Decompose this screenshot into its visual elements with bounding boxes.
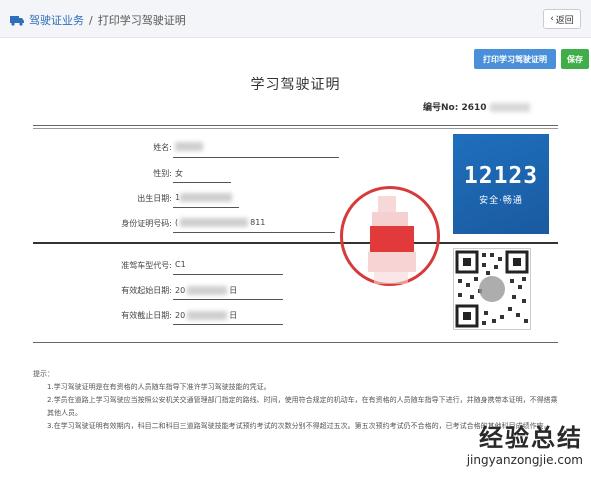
notes-heading: 提示： xyxy=(33,370,54,378)
id-number-value: (811 xyxy=(175,218,266,227)
underline xyxy=(173,232,335,233)
name-label: 姓名: xyxy=(153,143,172,152)
breadcrumb-separator: / xyxy=(89,13,93,27)
watermark-url: jingyanzongjie.com xyxy=(466,453,583,467)
gender-label: 性别: xyxy=(153,169,172,178)
divider xyxy=(33,342,558,343)
chevron-left-icon: ‹ xyxy=(550,14,554,24)
qr-code-icon xyxy=(455,250,529,328)
back-label: 返回 xyxy=(555,15,574,26)
watermark: 经验总结 jingyanzongjie.com xyxy=(467,418,583,467)
valid-from-label: 有效起始日期: xyxy=(121,286,172,295)
underline xyxy=(173,324,283,325)
redacted-value xyxy=(489,103,530,112)
vehicle-class-label: 准驾车型代号: xyxy=(121,261,172,270)
underline xyxy=(173,274,283,275)
document-title: 学习驾驶证明 xyxy=(250,77,341,93)
underline xyxy=(173,157,339,158)
watermark-cn: 经验总结 xyxy=(479,424,583,452)
underline xyxy=(173,207,239,208)
breadcrumb-current: 打印学习驾驶证明 xyxy=(97,14,186,27)
app-12123-logo: 12123 安全·畅通 xyxy=(453,134,549,234)
breadcrumb: 驾驶证业务 / 打印学习驾驶证明 xyxy=(10,12,186,28)
valid-until-value: 20 日 xyxy=(175,311,238,320)
print-learner-permit-button[interactable]: 打印学习驾驶证明 xyxy=(474,49,556,69)
divider xyxy=(33,125,558,126)
name-value xyxy=(175,142,203,151)
top-bar: 驾驶证业务 / 打印学习驾驶证明 ‹ 返回 xyxy=(0,0,591,38)
truck-icon xyxy=(10,15,24,26)
gender-value: 女 xyxy=(175,169,183,178)
serial-number: 编号No: 2610 xyxy=(423,100,530,113)
section-divider xyxy=(33,242,558,244)
id-number-label: 身份证明号码: xyxy=(121,219,172,228)
divider xyxy=(33,128,558,129)
qr-code xyxy=(453,248,531,330)
save-button[interactable]: 保存 xyxy=(561,49,589,69)
back-button[interactable]: ‹ 返回 xyxy=(543,9,581,29)
note-item: 1.学习驾驶证明是在有资格的人员随车指导下准许学习驾驶技能的凭证。 xyxy=(47,383,271,391)
birth-date-label: 出生日期: xyxy=(137,194,172,203)
valid-until-label: 有效截止日期: xyxy=(121,311,172,320)
logo-subtitle: 安全·畅通 xyxy=(479,195,523,206)
vehicle-class-value: C1 xyxy=(175,260,186,269)
logo-number: 12123 xyxy=(463,162,539,189)
breadcrumb-parent-link[interactable]: 驾驶证业务 xyxy=(29,12,84,28)
underline xyxy=(173,299,283,300)
stamp-photo-icon xyxy=(368,196,416,284)
valid-from-value: 20 日 xyxy=(175,286,238,295)
birth-date-value: 1 xyxy=(175,193,233,202)
note-item: 2.学员在道路上学习驾驶应当按照公安机关交通管理部门指定的路线、时间，使用符合规… xyxy=(47,396,558,417)
underline xyxy=(173,182,231,183)
